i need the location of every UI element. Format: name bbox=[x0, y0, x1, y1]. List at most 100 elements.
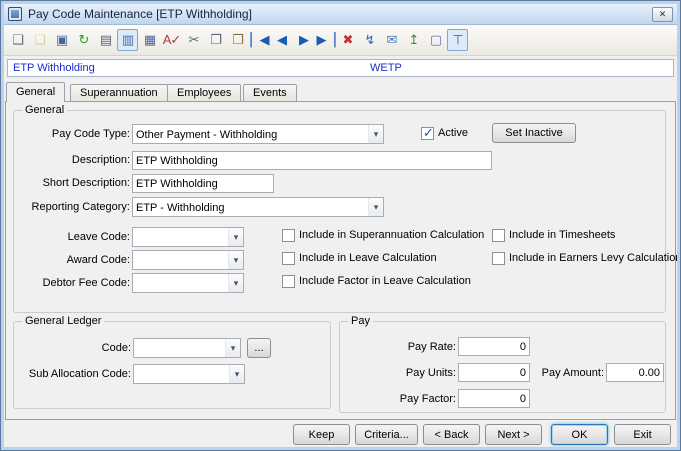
pay-code-maintenance-window: Pay Code Maintenance [ETP Withholding] ✕… bbox=[1, 1, 680, 450]
include-factor-leave-checkbox[interactable] bbox=[282, 275, 295, 288]
pay-amount-input[interactable] bbox=[606, 363, 664, 382]
back-button[interactable]: < Back bbox=[423, 424, 480, 445]
include-earners-levy-label: Include in Earners Levy Calculation bbox=[509, 252, 680, 264]
short-description-label: Short Description: bbox=[20, 177, 130, 189]
window-title: Pay Code Maintenance [ETP Withholding] bbox=[28, 7, 252, 21]
gl-code-select[interactable]: ▾ bbox=[133, 338, 241, 358]
gl-code-browse-button[interactable]: ... bbox=[247, 338, 271, 358]
leave-code-value bbox=[133, 237, 228, 238]
pay-groupbox-title: Pay bbox=[348, 315, 373, 327]
debtor-fee-code-value bbox=[133, 283, 228, 284]
pay-code-type-value: Other Payment - Withholding bbox=[133, 128, 368, 141]
general-tab-page: General Pay Code Type: Other Payment - W… bbox=[5, 101, 676, 420]
include-leave-label: Include in Leave Calculation bbox=[299, 252, 437, 264]
record-header-bar: ETP Withholding WETP bbox=[7, 59, 674, 77]
chevron-down-icon: ▾ bbox=[228, 251, 243, 269]
include-earners-levy-checkbox[interactable] bbox=[492, 252, 505, 265]
exit-button[interactable]: Exit bbox=[614, 424, 671, 445]
pin-icon[interactable]: ⊤ bbox=[447, 29, 468, 51]
award-code-label: Award Code: bbox=[20, 254, 130, 266]
toolbar: ❏❑▣↻▤▥▦A✓✂❐❒▏◀◀▶▶▕✖↯✉↥▢⊤ bbox=[4, 25, 677, 56]
export-icon[interactable]: ↥ bbox=[403, 29, 424, 51]
next-button[interactable]: Next > bbox=[485, 424, 542, 445]
pay-factor-input[interactable] bbox=[458, 389, 530, 408]
chevron-down-icon: ▾ bbox=[228, 274, 243, 292]
include-leave-checkbox[interactable] bbox=[282, 252, 295, 265]
chevron-down-icon: ▾ bbox=[225, 339, 240, 357]
last-record-icon[interactable]: ▶▕ bbox=[315, 29, 336, 51]
pay-units-label: Pay Units: bbox=[350, 367, 456, 379]
include-factor-leave-label: Include Factor in Leave Calculation bbox=[299, 275, 471, 287]
copy-icon[interactable]: ❐ bbox=[205, 29, 226, 51]
general-groupbox-title: General bbox=[22, 104, 67, 116]
previous-record-icon[interactable]: ◀ bbox=[271, 29, 292, 51]
pay-code-type-label: Pay Code Type: bbox=[20, 128, 130, 140]
chevron-down-icon: ▾ bbox=[229, 365, 244, 383]
tab-events[interactable]: Events bbox=[243, 84, 297, 102]
tab-employees[interactable]: Employees bbox=[167, 84, 241, 102]
pay-factor-label: Pay Factor: bbox=[350, 393, 456, 405]
pay-groupbox: Pay Pay Rate: Pay Units: Pay Amount: Pay… bbox=[339, 321, 666, 413]
gl-code-value bbox=[134, 348, 225, 349]
include-superannuation-label: Include in Superannuation Calculation bbox=[299, 229, 484, 241]
tab-general[interactable]: General bbox=[6, 82, 65, 102]
next-record-icon[interactable]: ▶ bbox=[293, 29, 314, 51]
award-code-value bbox=[133, 260, 228, 261]
chevron-down-icon: ▾ bbox=[368, 198, 383, 216]
print-icon[interactable]: ▤ bbox=[95, 29, 116, 51]
close-button[interactable]: ✕ bbox=[652, 7, 673, 22]
set-inactive-button[interactable]: Set Inactive bbox=[492, 123, 576, 143]
spell-check-icon[interactable]: A✓ bbox=[161, 29, 182, 51]
pay-units-input[interactable] bbox=[458, 363, 530, 382]
active-checkbox-label: Active bbox=[438, 127, 468, 139]
pay-code-type-select[interactable]: Other Payment - Withholding ▾ bbox=[132, 124, 384, 144]
chevron-down-icon: ▾ bbox=[368, 125, 383, 143]
reporting-category-label: Reporting Category: bbox=[20, 201, 130, 213]
open-icon[interactable]: ❑ bbox=[29, 29, 50, 51]
record-code: WETP bbox=[370, 62, 402, 74]
tab-superannuation[interactable]: Superannuation bbox=[70, 84, 168, 102]
refresh-icon[interactable]: ↻ bbox=[73, 29, 94, 51]
short-description-input[interactable] bbox=[132, 174, 274, 193]
form-view-icon[interactable]: ▥ bbox=[117, 29, 138, 51]
paste-icon[interactable]: ❒ bbox=[227, 29, 248, 51]
app-icon bbox=[8, 7, 22, 21]
reporting-category-value: ETP - Withholding bbox=[133, 201, 368, 214]
general-ledger-groupbox: General Ledger Code: ▾ ... Sub Allocatio… bbox=[13, 321, 331, 409]
title-bar: Pay Code Maintenance [ETP Withholding] ✕ bbox=[4, 4, 677, 25]
new-icon[interactable]: ❏ bbox=[7, 29, 28, 51]
sub-allocation-code-label: Sub Allocation Code: bbox=[24, 368, 131, 380]
pay-rate-input[interactable] bbox=[458, 337, 530, 356]
first-record-icon[interactable]: ▏◀ bbox=[249, 29, 270, 51]
debtor-fee-code-select[interactable]: ▾ bbox=[132, 273, 244, 293]
sub-allocation-code-value bbox=[134, 374, 229, 375]
reporting-category-select[interactable]: ETP - Withholding ▾ bbox=[132, 197, 384, 217]
send-icon[interactable]: ✉ bbox=[381, 29, 402, 51]
cut-icon[interactable]: ✂ bbox=[183, 29, 204, 51]
description-label: Description: bbox=[20, 154, 130, 166]
save-icon[interactable]: ▣ bbox=[51, 29, 72, 51]
chevron-down-icon: ▾ bbox=[228, 228, 243, 246]
general-ledger-groupbox-title: General Ledger bbox=[22, 315, 104, 327]
description-input[interactable] bbox=[132, 151, 492, 170]
active-checkbox[interactable] bbox=[421, 127, 434, 140]
criteria-button[interactable]: Criteria... bbox=[355, 424, 418, 445]
include-timesheets-label: Include in Timesheets bbox=[509, 229, 615, 241]
include-timesheets-checkbox[interactable] bbox=[492, 229, 505, 242]
delete-icon[interactable]: ✖ bbox=[337, 29, 358, 51]
gl-code-label: Code: bbox=[24, 342, 131, 354]
pay-rate-label: Pay Rate: bbox=[350, 341, 456, 353]
include-superannuation-checkbox[interactable] bbox=[282, 229, 295, 242]
keep-button[interactable]: Keep bbox=[293, 424, 350, 445]
leave-code-select[interactable]: ▾ bbox=[132, 227, 244, 247]
leave-code-label: Leave Code: bbox=[20, 231, 130, 243]
selection-icon[interactable]: ▢ bbox=[425, 29, 446, 51]
grid-view-icon[interactable]: ▦ bbox=[139, 29, 160, 51]
sub-allocation-code-select[interactable]: ▾ bbox=[133, 364, 245, 384]
pay-amount-label: Pay Amount: bbox=[536, 367, 604, 379]
ok-button[interactable]: OK bbox=[551, 424, 608, 445]
record-name: ETP Withholding bbox=[13, 62, 95, 74]
debtor-fee-code-label: Debtor Fee Code: bbox=[20, 277, 130, 289]
award-code-select[interactable]: ▾ bbox=[132, 250, 244, 270]
post-icon[interactable]: ↯ bbox=[359, 29, 380, 51]
